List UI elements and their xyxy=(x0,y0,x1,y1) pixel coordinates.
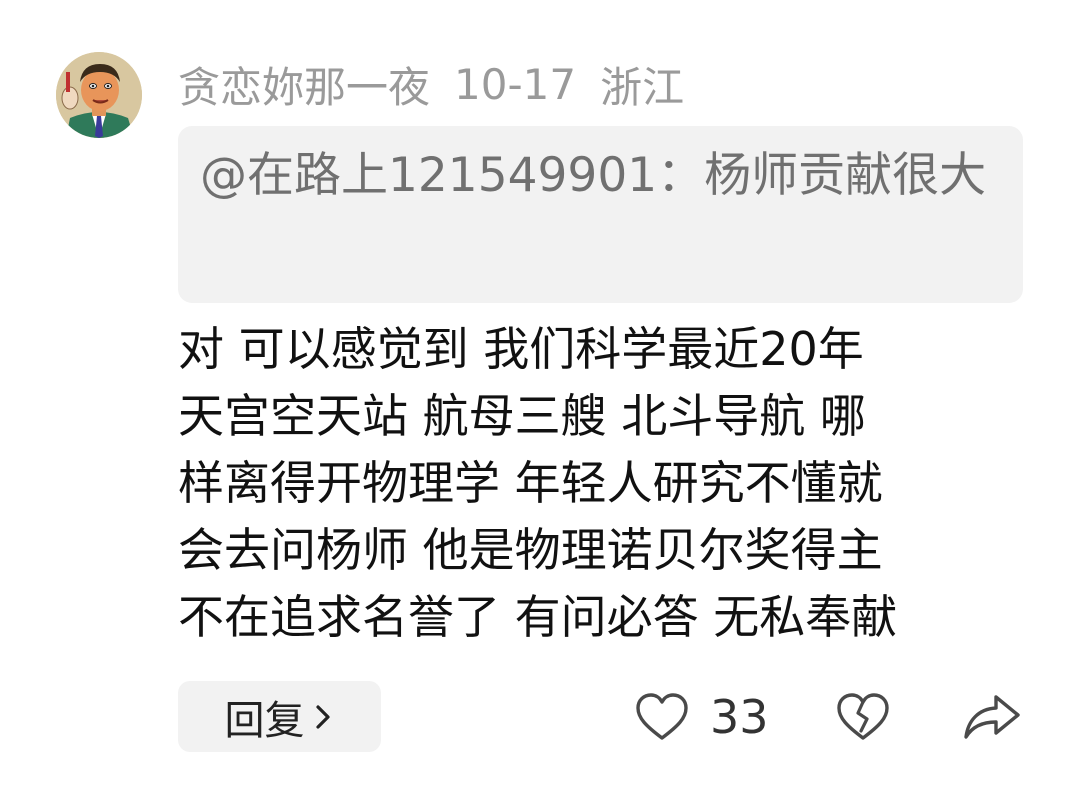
comment-body-line: 对 可以感觉到 我们科学最近20年 xyxy=(178,322,864,376)
chevron-right-icon xyxy=(315,704,330,729)
like-button[interactable]: 33 xyxy=(634,688,769,746)
comment-body-line: 样离得开物理学 年轻人研究不懂就 xyxy=(178,456,883,510)
cartoon-man-avatar-icon xyxy=(56,52,142,138)
quoted-comment-text: @在路上121549901：杨师贡献很大 xyxy=(200,148,987,203)
username[interactable]: 贪恋妳那一夜 xyxy=(178,54,430,115)
comment-body-line: 天宫空天站 航母三艘 北斗导航 哪 xyxy=(178,389,866,443)
dislike-button[interactable] xyxy=(835,688,891,746)
share-arrow-icon xyxy=(964,695,1020,739)
comment-date: 10-17 xyxy=(454,59,577,109)
comment-body-line: 不在追求名誉了 有问必答 无私奉献 xyxy=(178,590,898,644)
reply-button[interactable]: 回复 xyxy=(178,681,381,752)
share-button[interactable] xyxy=(962,688,1022,746)
comment-body: 对 可以感觉到 我们科学最近20年 天宫空天站 航母三艘 北斗导航 哪 样离得开… xyxy=(178,316,1008,651)
like-count: 33 xyxy=(710,690,769,744)
heart-outline-icon xyxy=(636,693,688,740)
reply-button-label: 回复 xyxy=(224,697,305,744)
quoted-comment[interactable]: @在路上121549901：杨师贡献很大 xyxy=(178,126,1023,303)
comment-location: 浙江 xyxy=(600,62,685,112)
comment-meta: 贪恋妳那一夜 10-17 浙江 xyxy=(178,54,684,114)
broken-heart-icon xyxy=(837,693,889,740)
avatar[interactable] xyxy=(56,52,142,138)
comment-body-line: 会去问杨师 他是物理诺贝尔奖得主 xyxy=(178,523,883,577)
